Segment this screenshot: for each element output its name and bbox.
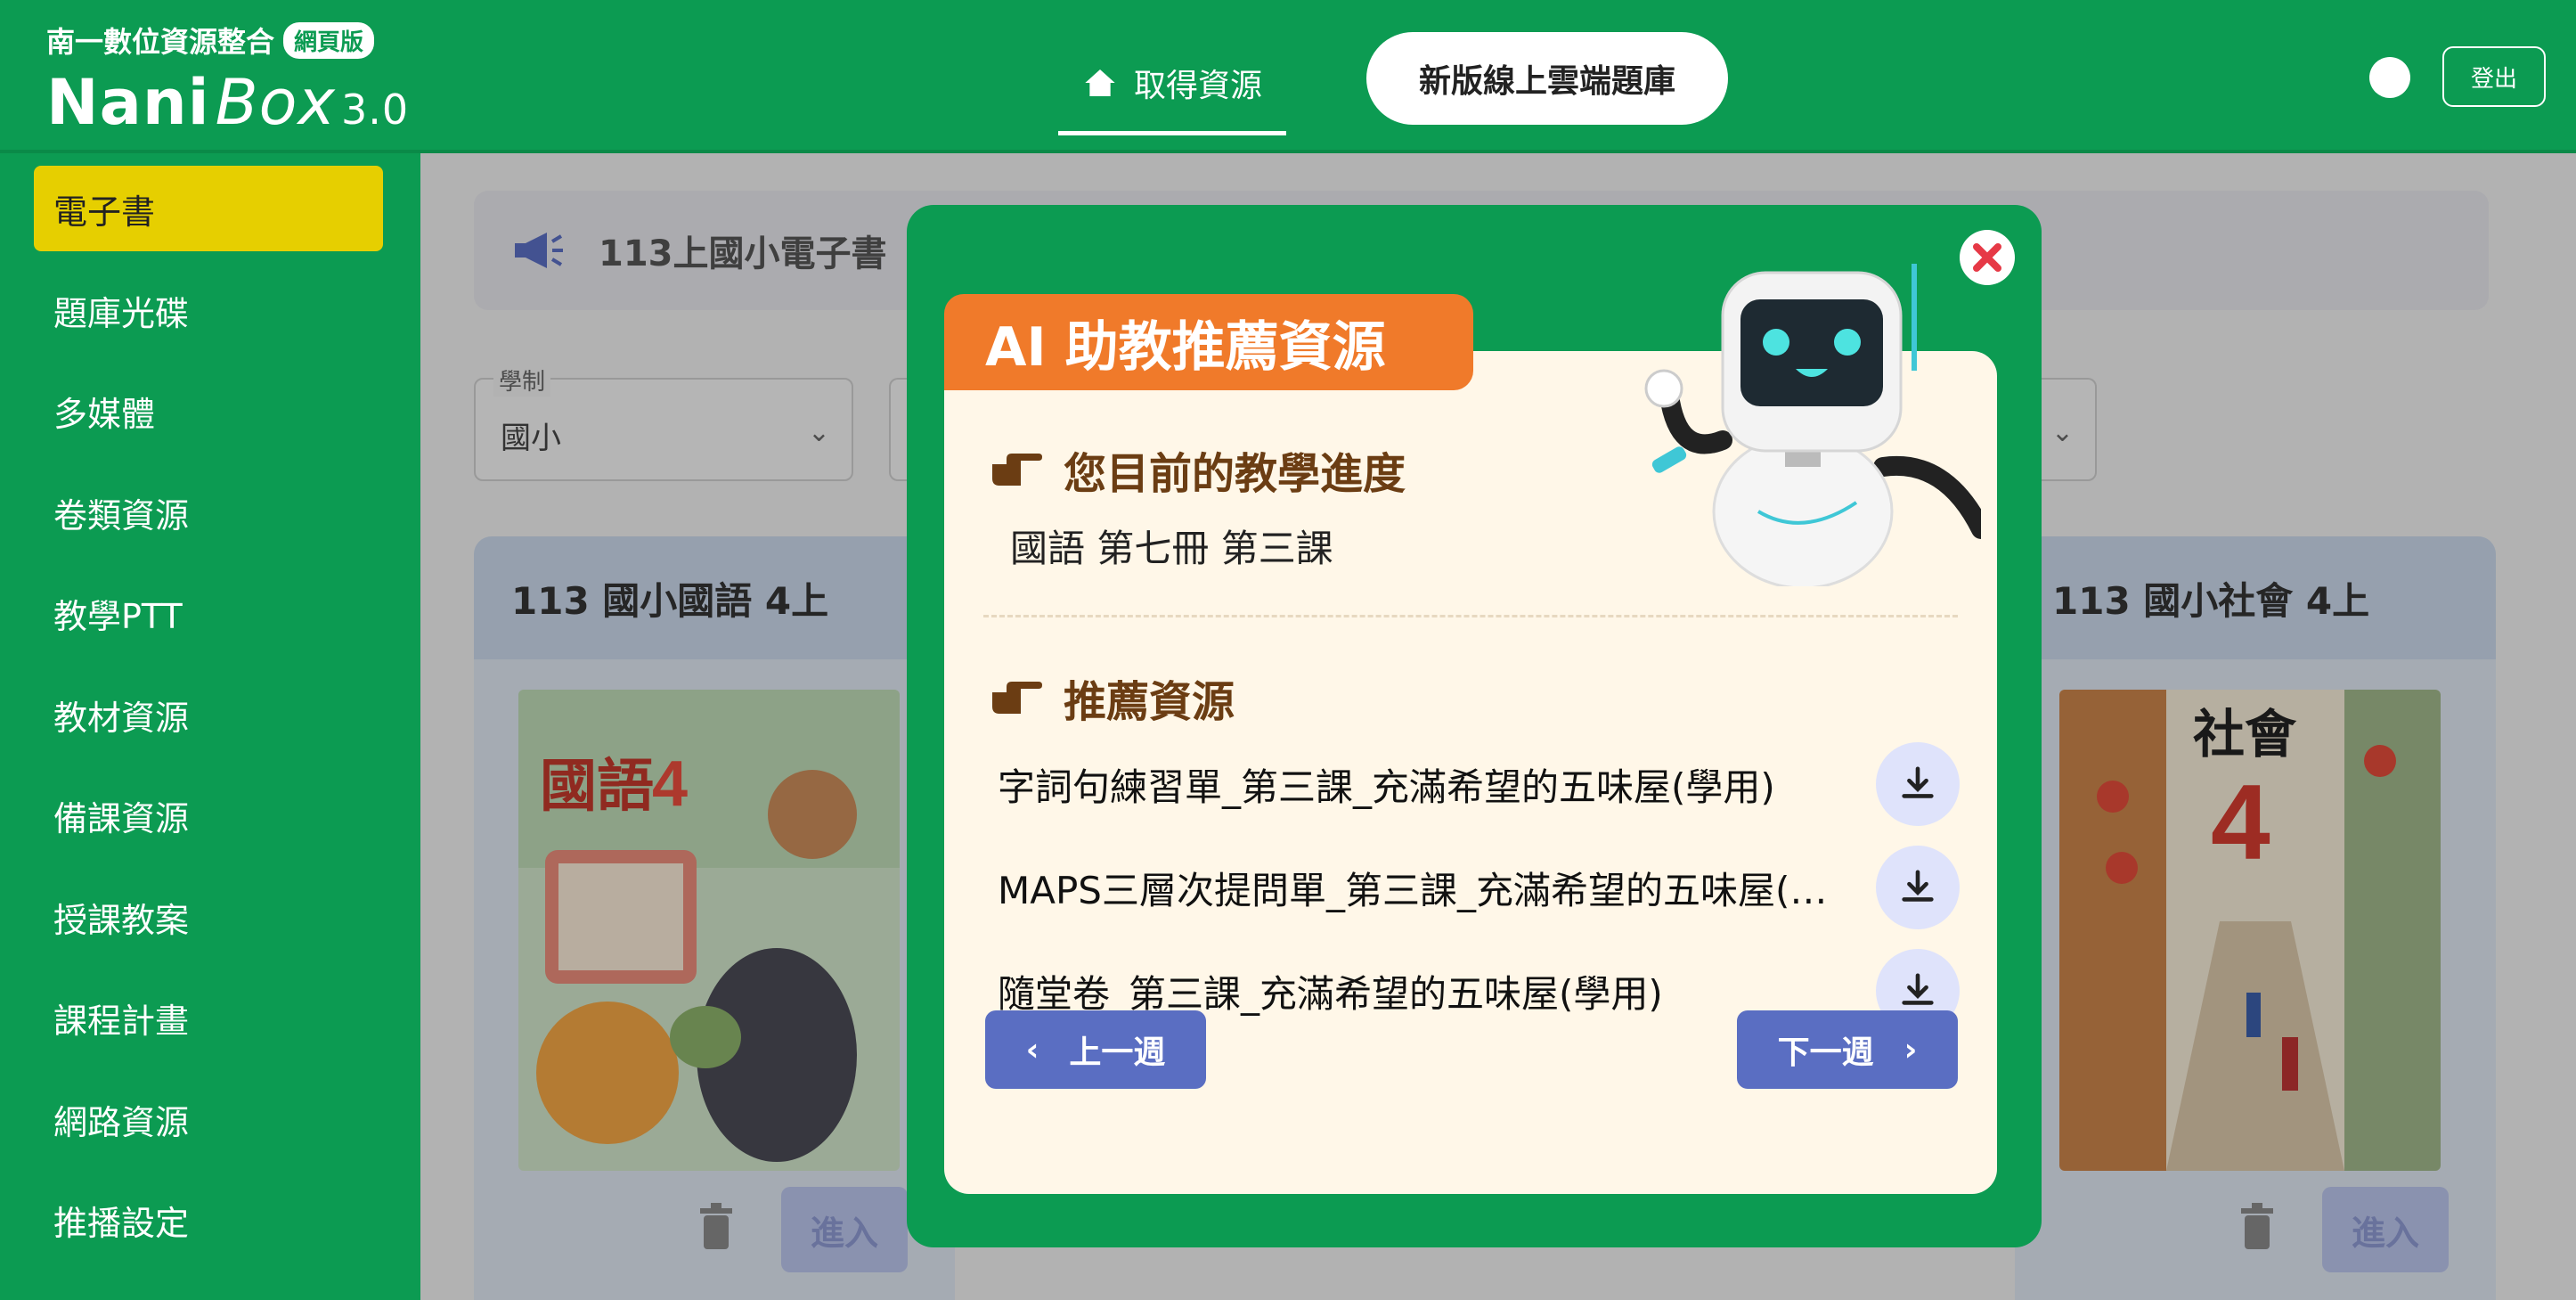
chevron-right-icon: ›: [1903, 1031, 1918, 1068]
brand-subtitle: 南一數位資源整合: [46, 25, 275, 59]
brand-badge: 網頁版: [283, 21, 375, 59]
sidebar-item-push-settings[interactable]: 推播設定: [34, 1177, 383, 1263]
download-icon: [1902, 973, 1934, 1005]
resource-title: MAPS三層次提問單_第三課_充滿希望的五味屋(學用): [998, 868, 1862, 912]
sidebar-item-course-plan[interactable]: 課程計畫: [34, 975, 383, 1060]
close-icon: [1973, 243, 2001, 272]
teaching-progress-value: 國語 第七冊 第三課: [1010, 527, 1333, 570]
sidebar-item-question-bank[interactable]: 題庫光碟: [34, 267, 383, 353]
next-week-button[interactable]: 下一週 ›: [1737, 1010, 1958, 1089]
robot-mascot-illustration: [1644, 264, 1981, 586]
logo-nani: Nani: [46, 66, 210, 139]
modal-title: AI 助教推薦資源: [944, 294, 1473, 390]
sidebar-item-exam-papers[interactable]: 卷類資源: [34, 470, 383, 555]
nav-tab-label: 取得資源: [1133, 67, 1262, 104]
logout-button[interactable]: 登出: [2442, 46, 2546, 107]
download-button[interactable]: [1876, 846, 1960, 929]
progress-heading: 您目前的教學進度: [989, 438, 1406, 501]
logo-box: Box: [215, 66, 336, 139]
resources-heading: 推薦資源: [989, 666, 1235, 729]
download-button[interactable]: [1876, 742, 1960, 826]
logo-version: 3.0: [340, 86, 410, 134]
ai-recommendation-modal: AI 助教推薦資源 您目前的教學進度 國語 第七冊 第三課 推薦資源 字詞句練習…: [907, 205, 2042, 1247]
nav-tab-resources[interactable]: 取得資源: [1058, 34, 1286, 135]
top-bar: 南一數位資源整合 網頁版 Nani Box 3.0 取得資源 新版線上雲端題庫 …: [0, 0, 2576, 153]
logo: Nani Box 3.0: [46, 66, 409, 139]
chevron-left-icon: ‹: [1025, 1031, 1039, 1068]
pointing-hand-icon: [992, 454, 1042, 486]
sidebar-item-web-resources[interactable]: 網路資源: [34, 1076, 383, 1162]
progress-heading-text: 您目前的教學進度: [1064, 449, 1406, 499]
sidebar-item-materials[interactable]: 教材資源: [34, 672, 383, 757]
download-icon: [1902, 870, 1934, 902]
previous-week-button[interactable]: ‹ 上一週: [985, 1010, 1206, 1089]
sidebar-item-multimedia[interactable]: 多媒體: [34, 368, 383, 454]
previous-week-label: 上一週: [1069, 1034, 1166, 1071]
section-divider: [983, 615, 1958, 617]
cloud-question-bank-button[interactable]: 新版線上雲端題庫: [1366, 32, 1728, 125]
sidebar-item-ebook[interactable]: 電子書: [34, 166, 383, 251]
sidebar: 電子書 題庫光碟 多媒體 卷類資源 教學PTT 教材資源 備課資源 授課教案 課…: [0, 153, 420, 1300]
resource-item[interactable]: MAPS三層次提問單_第三課_充滿希望的五味屋(學用): [998, 845, 1960, 930]
resources-heading-text: 推薦資源: [1064, 677, 1235, 727]
next-week-label: 下一週: [1777, 1034, 1874, 1071]
home-icon: [1085, 69, 1115, 96]
sidebar-item-lesson-plans[interactable]: 授課教案: [34, 874, 383, 960]
close-button[interactable]: [1960, 230, 2015, 285]
sidebar-item-teaching-ppt[interactable]: 教學PTT: [34, 570, 383, 656]
brand[interactable]: 南一數位資源整合 網頁版 Nani Box 3.0: [46, 20, 409, 139]
avatar[interactable]: [2369, 57, 2410, 98]
pointing-hand-icon: [992, 682, 1042, 714]
resource-item[interactable]: 字詞句練習單_第三課_充滿希望的五味屋(學用): [998, 741, 1960, 827]
sidebar-item-lesson-prep[interactable]: 備課資源: [34, 773, 383, 858]
download-icon: [1902, 766, 1934, 798]
resource-title: 字詞句練習單_第三課_充滿希望的五味屋(學用): [998, 764, 1775, 809]
